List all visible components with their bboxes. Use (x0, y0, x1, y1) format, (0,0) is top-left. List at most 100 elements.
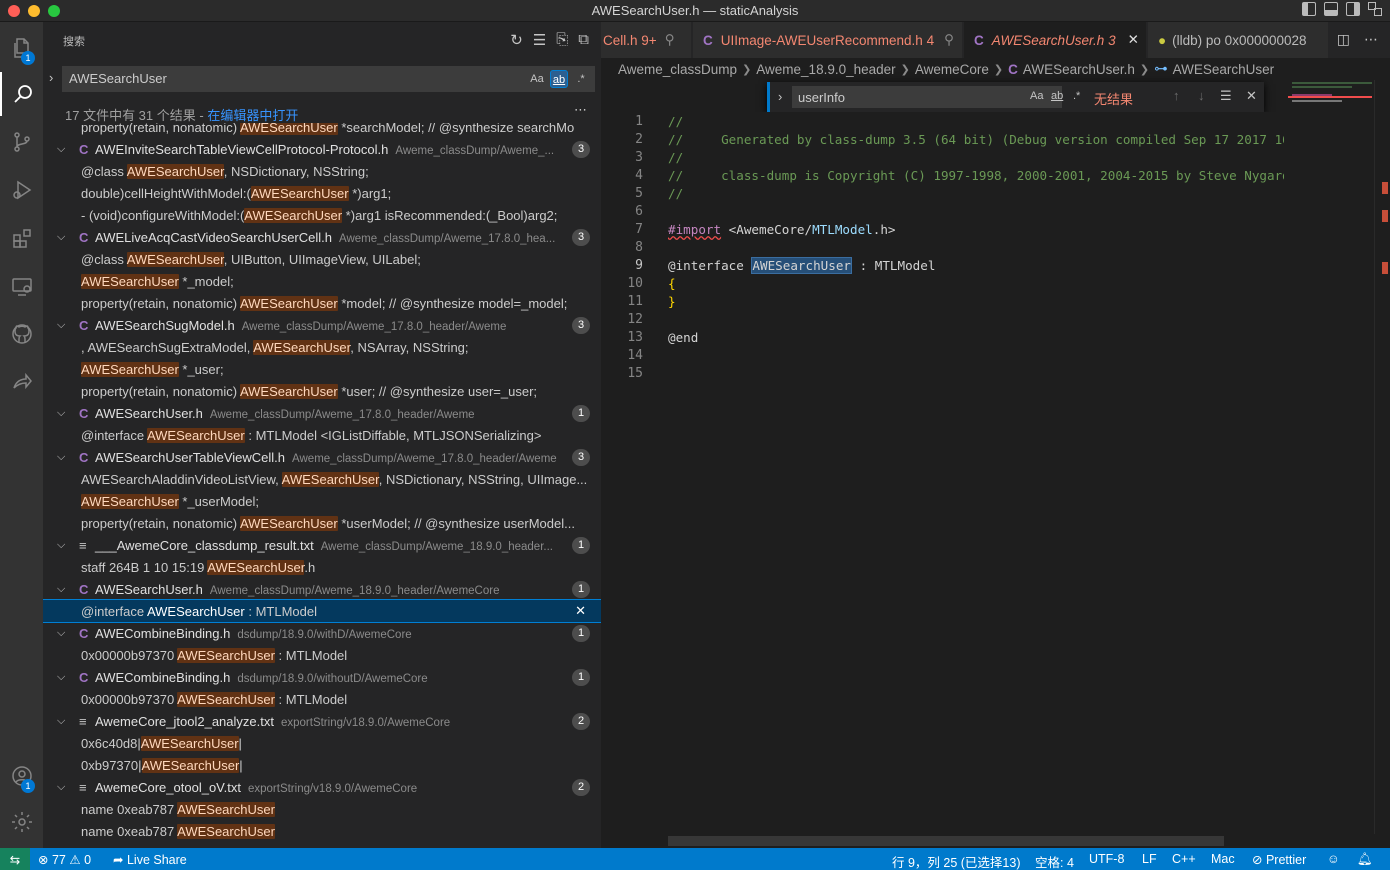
toggle-primary-sidebar-icon[interactable] (1302, 2, 1316, 16)
result-match-row[interactable]: AWESearchUser *_userModel; (43, 490, 601, 512)
result-file-row[interactable]: ⌵ ≡ ___AwemeCore_classdump_result.txt Aweme… (43, 534, 601, 556)
search-icon[interactable] (0, 72, 43, 116)
result-match-row-selected[interactable]: @interface AWESearchUser : MTLModel ✕ (43, 599, 601, 623)
result-match-row[interactable]: property(retain, nonatomic) AWESearchUse… (43, 292, 601, 314)
find-regex-toggle[interactable]: .* (1073, 90, 1080, 102)
find-in-selection-icon[interactable]: ☰ (1220, 88, 1232, 104)
new-search-editor-icon[interactable]: ⎘ (556, 31, 568, 49)
result-file-row[interactable]: ⌵ ≡ AwemeCore_jtool2_analyze.txt exportStri… (43, 710, 601, 732)
platform[interactable]: Mac (1211, 852, 1235, 866)
use-regex-toggle[interactable]: .* (572, 70, 590, 88)
breadcrumb-item[interactable]: AWESearchUser (1173, 62, 1275, 77)
dismiss-result-icon[interactable]: ✕ (575, 603, 586, 619)
tab-cell-h[interactable]: Cell.h 9+ ⚲ (601, 22, 691, 58)
tab-lldb-po[interactable]: ● (lldb) po 0x000000028 (1148, 22, 1328, 58)
tab-awesearchuser-h[interactable]: C AWESearchUser.h 3 ✕ (964, 22, 1146, 58)
source-control-icon[interactable] (0, 120, 43, 164)
result-file-row[interactable]: ⌵ C AWEInviteSearchTableViewCellProtocol-P… (43, 138, 601, 160)
toggle-panel-icon[interactable] (1324, 2, 1338, 16)
chevron-down-icon[interactable]: ⌵ (57, 451, 65, 464)
result-match-row[interactable]: double)cellHeightWithModel:(AWESearchUse… (43, 182, 601, 204)
indentation[interactable]: 空格: 4 (1035, 852, 1074, 870)
result-match-row[interactable]: property(retain, nonatomic) AWESearchUse… (43, 380, 601, 402)
open-in-editor-link[interactable]: 在编辑器中打开 (207, 108, 298, 123)
manage-gear-icon[interactable] (0, 800, 43, 844)
chevron-down-icon[interactable]: ⌵ (57, 583, 65, 596)
breadcrumb-item[interactable]: Aweme_classDump (618, 62, 737, 77)
cursor-position[interactable]: 行 9，列 25 (已选择13) (892, 852, 1021, 870)
breadcrumb-item[interactable]: Aweme_18.9.0_header (756, 62, 895, 77)
result-file-row[interactable]: ⌵ C AWELiveAcqCastVideoSearchUserCell.h Awe… (43, 226, 601, 248)
result-file-row[interactable]: ⌵ C AWESearchUserTableViewCell.h Aweme_clas… (43, 446, 601, 468)
result-match-row[interactable]: 0x00000b97370 AWESearchUser : MTLModel (43, 644, 601, 666)
minimap[interactable] (1284, 80, 1374, 834)
chevron-down-icon[interactable]: ⌵ (57, 715, 65, 728)
prettier-status[interactable]: ⊘ Prettier (1252, 852, 1306, 867)
toggle-replace-chevron-icon[interactable]: › (778, 89, 782, 104)
refresh-icon[interactable]: ↻ (510, 31, 523, 49)
result-match-row[interactable]: staff 264B 1 10 15:19 AWESearchUser.h (43, 556, 601, 578)
feedback-icon[interactable]: ☺ (1327, 852, 1340, 866)
result-match-row[interactable]: AWESearchAladdinVideoListView, AWESearch… (43, 468, 601, 490)
result-match-row[interactable]: , AWESearchSugExtraModel, AWESearchUser,… (43, 336, 601, 358)
pin-icon[interactable]: ⚲ (944, 32, 954, 48)
find-whole-word-toggle[interactable]: ab (1051, 90, 1063, 102)
chevron-down-icon[interactable]: ⌵ (57, 781, 65, 794)
clear-results-icon[interactable]: ☰ (533, 31, 546, 49)
language-mode[interactable]: C++ (1172, 852, 1196, 866)
breadcrumb-item[interactable]: AWESearchUser.h (1023, 62, 1135, 77)
live-share-status[interactable]: ➦ Live Share (113, 852, 187, 867)
result-match-row[interactable]: property(retain, nonatomic) AWESearchUse… (43, 512, 601, 534)
match-whole-word-toggle[interactable]: ab (550, 70, 568, 88)
result-file-row[interactable]: ⌵ C AWESearchSugModel.h Aweme_classDump/Awe… (43, 314, 601, 336)
result-file-row[interactable]: ⌵ C AWESearchUser.h Aweme_classDump/Aweme_1… (43, 578, 601, 600)
tab-uiimage-awe-user-recommend[interactable]: C UIImage-AWEUserRecommend.h 4 ⚲ (693, 22, 962, 58)
next-match-arrow-icon[interactable]: ↓ (1198, 88, 1205, 103)
chevron-down-icon[interactable]: ⌵ (57, 539, 65, 552)
more-actions-icon[interactable]: ⋯ (574, 102, 587, 118)
editor-vertical-scrollbar[interactable] (1374, 80, 1388, 834)
editor-horizontal-scrollbar[interactable] (668, 836, 1224, 846)
live-share-icon[interactable] (0, 360, 43, 404)
result-match-row[interactable]: 0x6c40d8|AWESearchUser| (43, 732, 601, 754)
chevron-down-icon[interactable]: ⌵ (57, 407, 65, 420)
collapse-all-icon[interactable]: ⧉ (578, 31, 589, 49)
result-file-row[interactable]: ⌵ C AWESearchUser.h Aweme_classDump/Aweme_1… (43, 402, 601, 424)
problems-indicator[interactable]: ⊗ 77 ⚠ 0 (38, 852, 91, 867)
explorer-icon[interactable]: 1 (0, 26, 43, 70)
result-match-row[interactable]: - (void)configureWithModel:(AWESearchUse… (43, 204, 601, 226)
end-of-line[interactable]: LF (1142, 852, 1157, 866)
result-match-row[interactable]: AWESearchUser *_user; (43, 358, 601, 380)
chevron-down-icon[interactable]: ⌵ (57, 231, 65, 244)
find-input[interactable]: userInfo (792, 86, 1062, 108)
customize-layout-icon[interactable] (1368, 2, 1382, 16)
remote-indicator-icon[interactable]: ⇆ (0, 848, 30, 870)
result-match-row[interactable]: name 0xeab787 AWESearchUser (43, 820, 601, 842)
remote-explorer-icon[interactable] (0, 264, 43, 308)
pin-icon[interactable]: ⚲ (665, 32, 675, 48)
search-input[interactable]: AWESearchUser (62, 66, 595, 92)
result-match-row[interactable]: @class AWESearchUser, UIButton, UIImageV… (43, 248, 601, 270)
chevron-down-icon[interactable]: ⌵ (57, 319, 65, 332)
extensions-icon[interactable] (0, 216, 43, 260)
result-match-row[interactable]: name 0xeab787 AWESearchUser (43, 798, 601, 820)
toggle-replace-chevron-icon[interactable]: › (49, 70, 53, 85)
notifications-bell-icon[interactable]: 🔔︎ (1357, 852, 1373, 867)
match-case-toggle[interactable]: Aa (528, 70, 546, 88)
result-match-row[interactable]: AWESearchUser *_model; (43, 270, 601, 292)
chevron-down-icon[interactable]: ⌵ (57, 627, 65, 640)
code-editor[interactable]: 1 2 3 4 5 6 7 8 9 10 11 12 13 14 15 // // Generated by… (601, 112, 1312, 834)
find-match-case-toggle[interactable]: Aa (1030, 90, 1043, 102)
split-editor-icon[interactable]: ◫ (1337, 31, 1350, 48)
result-file-row[interactable]: ⌵ C AWECombineBinding.h dsdump/18.9.0/withD… (43, 622, 601, 644)
result-match-row[interactable]: @class AWESearchUser, NSDictionary, NSSt… (43, 160, 601, 182)
chevron-down-icon[interactable]: ⌵ (57, 671, 65, 684)
accounts-icon[interactable]: 1 (0, 754, 43, 798)
result-match-row[interactable]: 0xb97370|AWESearchUser| (43, 754, 601, 776)
previous-match-arrow-icon[interactable]: ↑ (1173, 88, 1180, 103)
result-match-row[interactable]: property(retain, nonatomic) AWESearchUse… (43, 123, 601, 138)
result-file-row[interactable]: ⌵ C AWECombineBinding.h dsdump/18.9.0/witho… (43, 666, 601, 688)
toggle-secondary-sidebar-icon[interactable] (1346, 2, 1360, 16)
result-match-row[interactable]: 0x00000b97370 AWESearchUser : MTLModel (43, 688, 601, 710)
result-file-row[interactable]: ⌵ ≡ AwemeCore_otool_oV.txt exportString/v18… (43, 776, 601, 798)
